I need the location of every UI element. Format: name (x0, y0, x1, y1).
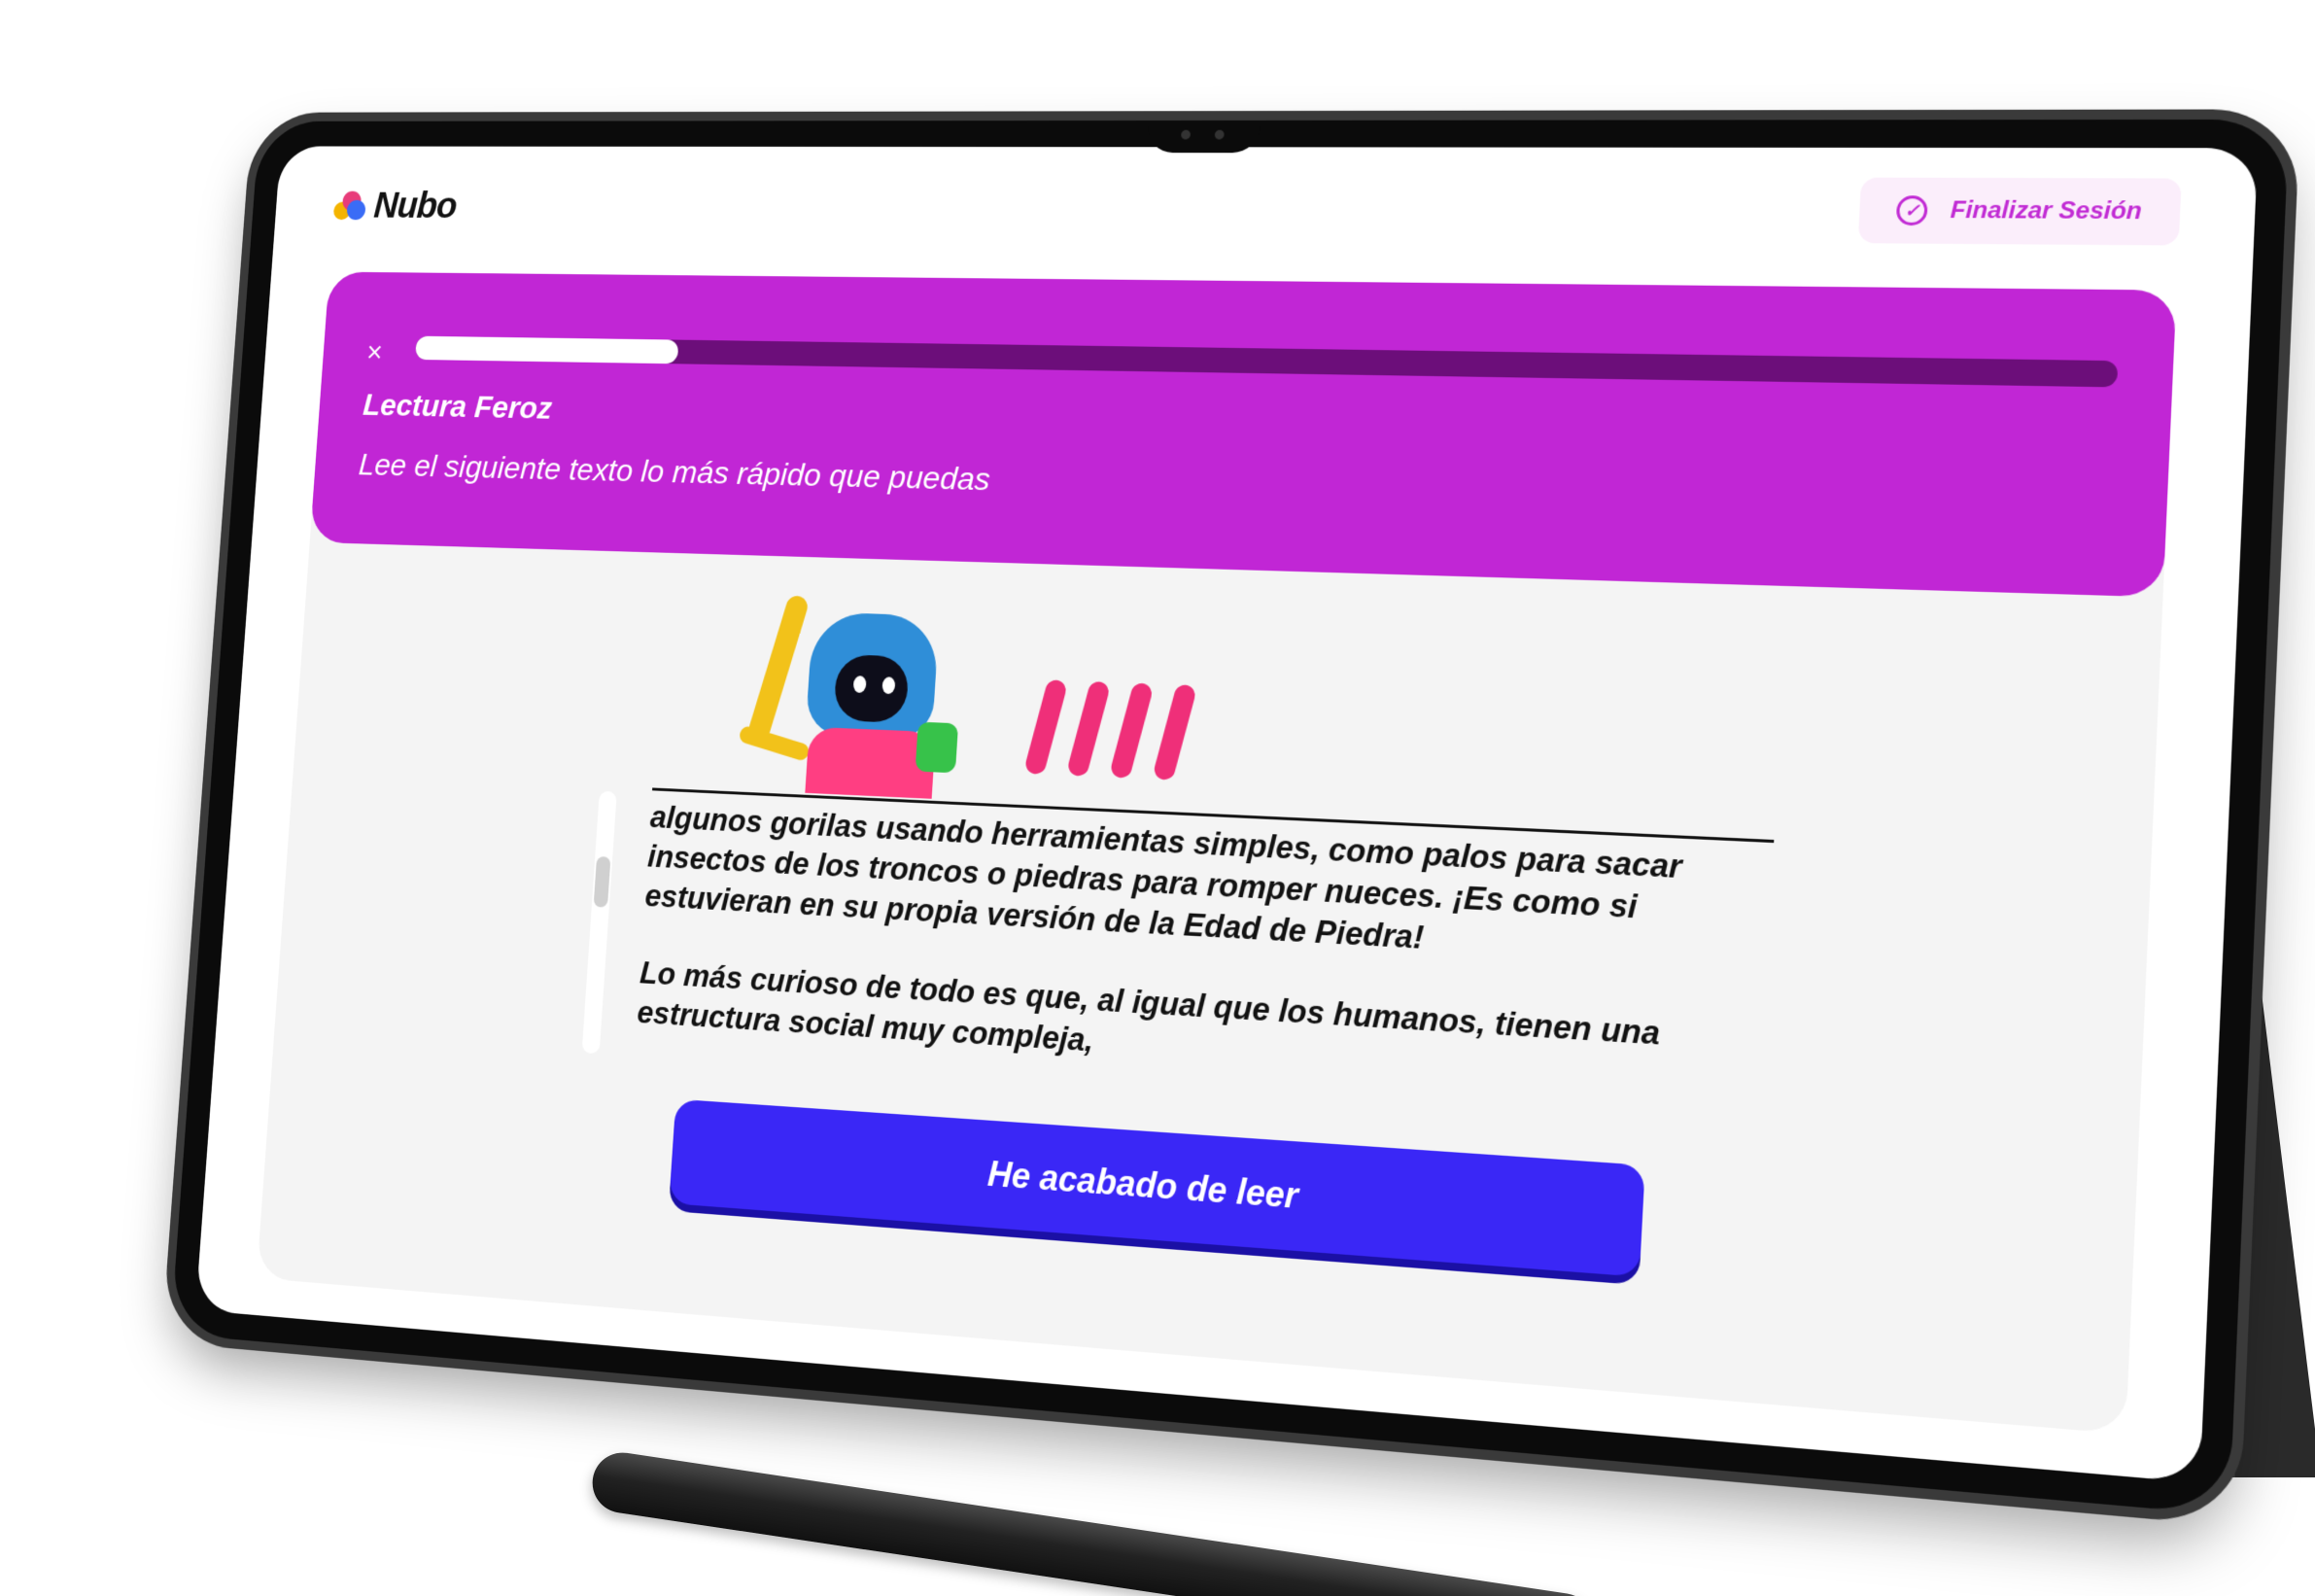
activity-title: Lectura Feroz (362, 387, 554, 427)
tablet: Nubo ✓ Finalizar Sesión × Lectura Feroz (170, 119, 2290, 1515)
brand-name: Nubo (372, 186, 458, 226)
reading-passage[interactable]: algunos gorilas usando herramientas simp… (581, 785, 1775, 1142)
progress-fill (414, 335, 679, 364)
passage-scrollbar[interactable] (581, 790, 617, 1055)
knight-shield-icon (915, 721, 959, 774)
done-reading-button[interactable]: He acabado de leer (669, 1098, 1645, 1277)
passage-text: algunos gorilas usando herramientas simp… (634, 797, 1753, 1142)
close-icon[interactable]: × (365, 335, 383, 369)
tally-marks-icon (1023, 677, 1197, 782)
scrollbar-thumb[interactable] (593, 855, 611, 908)
sword-icon (748, 593, 811, 736)
activity-instructions: Lee el siguiente texto lo más rápido que… (357, 447, 991, 499)
brand-logo[interactable]: Nubo (332, 186, 458, 226)
app-screen: Nubo ✓ Finalizar Sesión × Lectura Feroz (195, 146, 2259, 1483)
camera-sensor (1214, 129, 1225, 140)
progress-bar (414, 335, 2119, 388)
cloud-logo-icon (332, 191, 367, 222)
sword-guard-icon (738, 724, 812, 763)
passage-paragraph: Lo más curioso de todo es que, al igual … (636, 954, 1662, 1058)
device-mockup-stage: Nubo ✓ Finalizar Sesión × Lectura Feroz (0, 0, 2315, 1596)
finish-session-label: Finalizar Sesión (1950, 196, 2143, 226)
passage-paragraph: algunos gorilas usando herramientas simp… (643, 799, 1683, 955)
camera-lens (1180, 129, 1192, 140)
check-circle-icon: ✓ (1895, 195, 1929, 226)
reading-illustration (706, 592, 1230, 813)
activity-banner: × Lectura Feroz Lee el siguiente texto l… (309, 271, 2177, 598)
activity-card: × Lectura Feroz Lee el siguiente texto l… (256, 271, 2177, 1435)
camera-notch (1146, 120, 1261, 154)
finish-session-button[interactable]: ✓ Finalizar Sesión (1858, 177, 2182, 246)
app-header: Nubo ✓ Finalizar Sesión (273, 146, 2258, 270)
device-frame: Nubo ✓ Finalizar Sesión × Lectura Feroz (0, 0, 2315, 1596)
